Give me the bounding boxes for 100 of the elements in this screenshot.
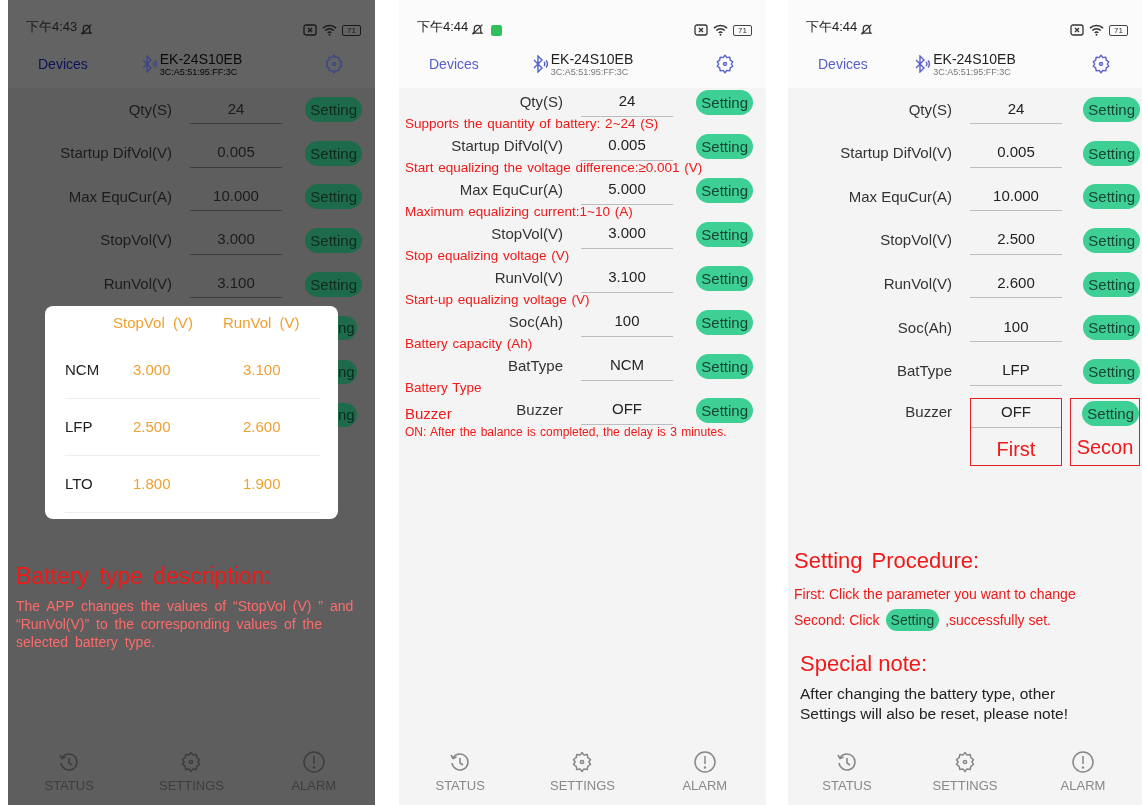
voltage-value: 2.500 xyxy=(132,416,172,437)
wifi-icon xyxy=(1089,24,1105,36)
setting-button[interactable]: Setting xyxy=(696,89,753,115)
setting-button[interactable]: Setting xyxy=(1083,184,1140,210)
nav-label: ALARM xyxy=(1060,777,1106,796)
devices-link[interactable]: Devices xyxy=(38,53,88,75)
device-address: 3C:A5:51:95:FF:3C xyxy=(159,66,239,77)
value-field[interactable]: 3.100 xyxy=(581,264,673,293)
callout-label: Secon xyxy=(1075,435,1135,461)
battery-indicator: 71 xyxy=(733,24,752,36)
setting-button[interactable]: Setting xyxy=(1082,401,1139,427)
setting-button[interactable]: Setting xyxy=(1083,140,1140,166)
wifi-icon xyxy=(322,24,338,36)
alert-icon xyxy=(692,750,717,775)
setting-button[interactable]: Setting xyxy=(696,133,753,159)
section-title: Special note: xyxy=(800,650,929,679)
hint-text: Battery capacity (Ah) xyxy=(404,336,534,352)
settings-icon[interactable] xyxy=(1090,53,1112,75)
hint-text: Buzzer xyxy=(405,405,452,422)
device-name: EK-24S10EB xyxy=(159,51,243,67)
setting-button[interactable]: Setting xyxy=(696,353,753,379)
field-label: Soc(Ah) xyxy=(897,317,952,338)
note-text: After changing the battery type, other Settings will also be reset, please note! xyxy=(800,684,1069,725)
hint-text: Start equalizing the voltage difference:≥0.001 (V) xyxy=(404,160,704,176)
bluetooth-icon xyxy=(140,55,157,73)
value-field[interactable]: 100 xyxy=(581,308,673,337)
setting-button[interactable]: Setting xyxy=(1083,358,1140,384)
value-field[interactable]: 100 xyxy=(970,313,1062,342)
nav-label: ALARM xyxy=(682,777,728,796)
value-field[interactable]: 24 xyxy=(581,88,673,117)
nav-tab[interactable]: SETTINGS xyxy=(920,749,1010,797)
nav-tab[interactable]: ALARM xyxy=(1038,749,1128,797)
value-field[interactable]: 5.000 xyxy=(581,176,673,205)
value-field[interactable]: NCM xyxy=(581,352,673,381)
setting-button[interactable]: Setting xyxy=(696,397,753,423)
voltage-value: 3.000 xyxy=(132,359,172,380)
setting-button[interactable]: Setting xyxy=(1083,315,1140,341)
value-field[interactable]: 2.500 xyxy=(970,226,1062,255)
devices-link[interactable]: Devices xyxy=(818,53,868,75)
value-field[interactable]: 10.000 xyxy=(970,182,1062,212)
setting-button[interactable]: Setting xyxy=(1083,97,1140,123)
battery-type-label: LFP xyxy=(65,416,94,437)
nav-tab[interactable]: STATUS xyxy=(802,749,892,797)
hint-text: Start-up equalizing voltage (V) xyxy=(404,292,591,308)
devices-link[interactable]: Devices xyxy=(429,53,479,75)
value-field[interactable]: LFP xyxy=(970,357,1062,386)
value-field[interactable]: 0.005 xyxy=(970,139,1062,168)
hint-text: Battery Type xyxy=(404,380,483,396)
value-field[interactable]: OFF xyxy=(971,399,1061,428)
battery-type-option[interactable]: NCM 3.000 3.100 xyxy=(65,341,320,399)
value-field[interactable]: 0.005 xyxy=(581,132,673,161)
field-label: BatType xyxy=(896,361,952,382)
field-label: StopVol(V) xyxy=(100,230,172,251)
field-label: BatType xyxy=(507,356,563,376)
hint-text: Supports the quantity of battery: 2~24 (S) xyxy=(404,116,660,132)
setting-button[interactable]: Setting xyxy=(696,265,753,291)
value-field[interactable]: 2.600 xyxy=(970,269,1062,299)
hint-text: Stop equalizing voltage (V) xyxy=(404,248,571,264)
field-label: Max EquCur(A) xyxy=(459,180,563,200)
field-label: Buzzer xyxy=(905,402,952,423)
description-text: The APP changes the values of “StopVol (V) ” and “RunVol(V)” to the corresponding values of the selected battery type. xyxy=(16,597,355,652)
section-title: Battery type description: xyxy=(16,561,272,591)
instruction-text: First: Click the parameter you want to change xyxy=(794,585,1076,605)
value-field[interactable]: 3.000 xyxy=(581,220,673,249)
field-label: StopVol(V) xyxy=(880,230,952,251)
nav-tab[interactable]: STATUS xyxy=(415,749,506,797)
crossed-box-icon xyxy=(694,24,709,36)
nav-tab[interactable]: ALARM xyxy=(659,749,750,797)
field-label: Startup DifVol(V) xyxy=(451,136,563,156)
voltage-value: 1.900 xyxy=(242,473,282,494)
setting-button[interactable]: Setting xyxy=(696,309,753,335)
battery-type-label: NCM xyxy=(65,359,101,380)
field-label: Startup DifVol(V) xyxy=(840,143,952,164)
setting-button[interactable]: Setting xyxy=(696,177,753,203)
value-field[interactable]: OFF xyxy=(581,396,673,425)
setting-button[interactable]: Setting xyxy=(696,221,753,247)
value-field[interactable]: 24 xyxy=(970,95,1062,125)
device-address: 3C:A5:51:95:FF:3C xyxy=(550,66,630,77)
settings-icon[interactable] xyxy=(714,53,736,75)
voltage-value: 2.600 xyxy=(242,416,282,437)
column-header: StopVol (V) xyxy=(113,312,194,333)
nav-label: STATUS xyxy=(435,777,485,796)
setting-button[interactable]: Setting xyxy=(1083,228,1140,254)
column-header: RunVol (V) xyxy=(223,312,301,333)
field-label: RunVol(V) xyxy=(494,268,563,288)
battery-type-option[interactable]: LTO 1.800 1.900 xyxy=(65,455,320,513)
setting-button[interactable]: Setting xyxy=(1083,271,1140,297)
battery-type-option[interactable]: LFP 2.500 2.600 xyxy=(65,398,320,456)
field-label: Buzzer xyxy=(516,400,563,420)
alert-icon xyxy=(1071,750,1095,775)
alert-icon xyxy=(301,750,326,775)
instruction-text: Second: Click xyxy=(794,611,880,631)
bluetooth-icon xyxy=(531,55,548,73)
battery-type-label: LTO xyxy=(65,473,94,494)
callout-label: First xyxy=(995,436,1037,462)
device-name: EK-24S10EB xyxy=(933,51,1016,67)
field-label: RunVol(V) xyxy=(103,273,172,294)
field-label: Qty(S) xyxy=(519,92,563,112)
nav-tab[interactable]: SETTINGS xyxy=(537,749,628,797)
crossed-box-icon xyxy=(1070,24,1085,36)
